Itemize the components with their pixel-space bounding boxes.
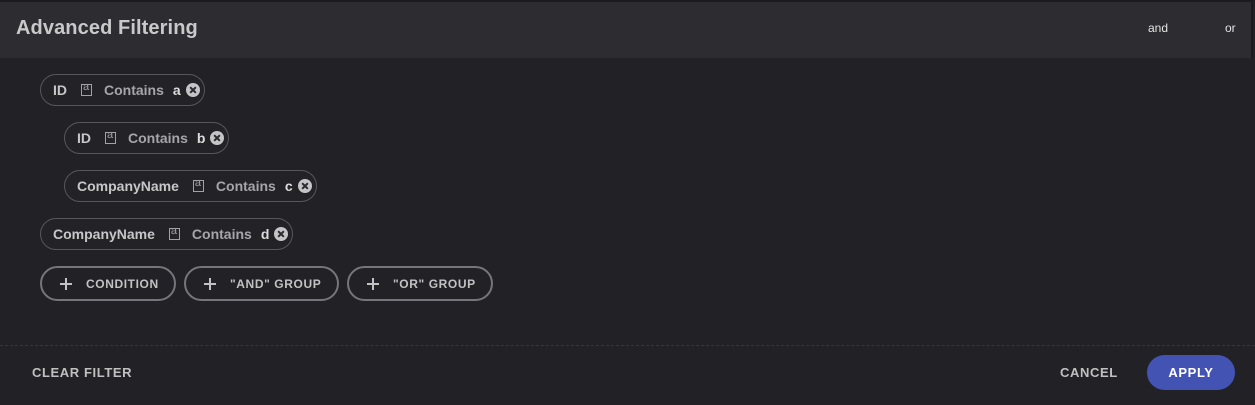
string-operand-icon bbox=[81, 81, 92, 96]
add-or-group-button[interactable]: "OR" GROUP bbox=[347, 266, 493, 301]
condition-chip[interactable]: ID Contains b bbox=[64, 122, 230, 154]
chip-condition: Contains bbox=[215, 178, 276, 194]
add-and-group-button[interactable]: "AND" GROUP bbox=[184, 266, 339, 301]
footer-divider bbox=[0, 345, 1255, 346]
condition-chip[interactable]: CompanyName Contains c bbox=[64, 170, 317, 202]
dialog-header: Advanced Filtering and or bbox=[0, 0, 1253, 58]
condition-chip[interactable]: CompanyName Contains d bbox=[40, 218, 294, 250]
chip-value: a bbox=[172, 82, 181, 98]
chip-value: b bbox=[196, 130, 206, 146]
plus-icon bbox=[60, 277, 72, 290]
chip-condition: Contains bbox=[104, 82, 164, 98]
string-operand-icon bbox=[105, 129, 116, 144]
apply-button[interactable]: APPLY bbox=[1147, 355, 1235, 390]
plus-icon bbox=[204, 277, 216, 290]
string-operand-icon bbox=[168, 225, 180, 240]
add-and-group-label: "AND" GROUP bbox=[230, 276, 322, 291]
chip-field: CompanyName bbox=[53, 226, 155, 242]
cancel-button[interactable]: CANCEL bbox=[1060, 365, 1118, 380]
chip-field: ID bbox=[53, 82, 67, 98]
chip-condition: Contains bbox=[128, 130, 188, 146]
plus-icon bbox=[367, 277, 379, 290]
dialog-title: Advanced Filtering bbox=[16, 17, 198, 39]
remove-condition-icon[interactable] bbox=[297, 179, 312, 193]
chip-field: ID bbox=[77, 130, 91, 146]
add-or-group-label: "OR" GROUP bbox=[393, 276, 476, 291]
chip-value: d bbox=[260, 226, 270, 242]
clear-filter-button[interactable]: CLEAR FILTER bbox=[32, 365, 132, 380]
chip-field: CompanyName bbox=[77, 178, 179, 194]
chip-condition: Contains bbox=[191, 226, 252, 242]
add-condition-button[interactable]: CONDITION bbox=[40, 266, 176, 301]
add-condition-label: CONDITION bbox=[86, 276, 159, 291]
logic-or-toggle[interactable]: or bbox=[1225, 21, 1236, 35]
remove-condition-icon[interactable] bbox=[210, 131, 225, 145]
advanced-filtering-dialog: Advanced Filtering and or ID Contains a … bbox=[0, 0, 1255, 405]
remove-condition-icon[interactable] bbox=[185, 83, 200, 97]
condition-chip[interactable]: ID Contains a bbox=[40, 74, 205, 106]
logic-and-toggle[interactable]: and bbox=[1148, 21, 1168, 35]
string-operand-icon bbox=[192, 177, 204, 192]
remove-condition-icon[interactable] bbox=[274, 227, 289, 241]
chip-value: c bbox=[284, 178, 293, 194]
